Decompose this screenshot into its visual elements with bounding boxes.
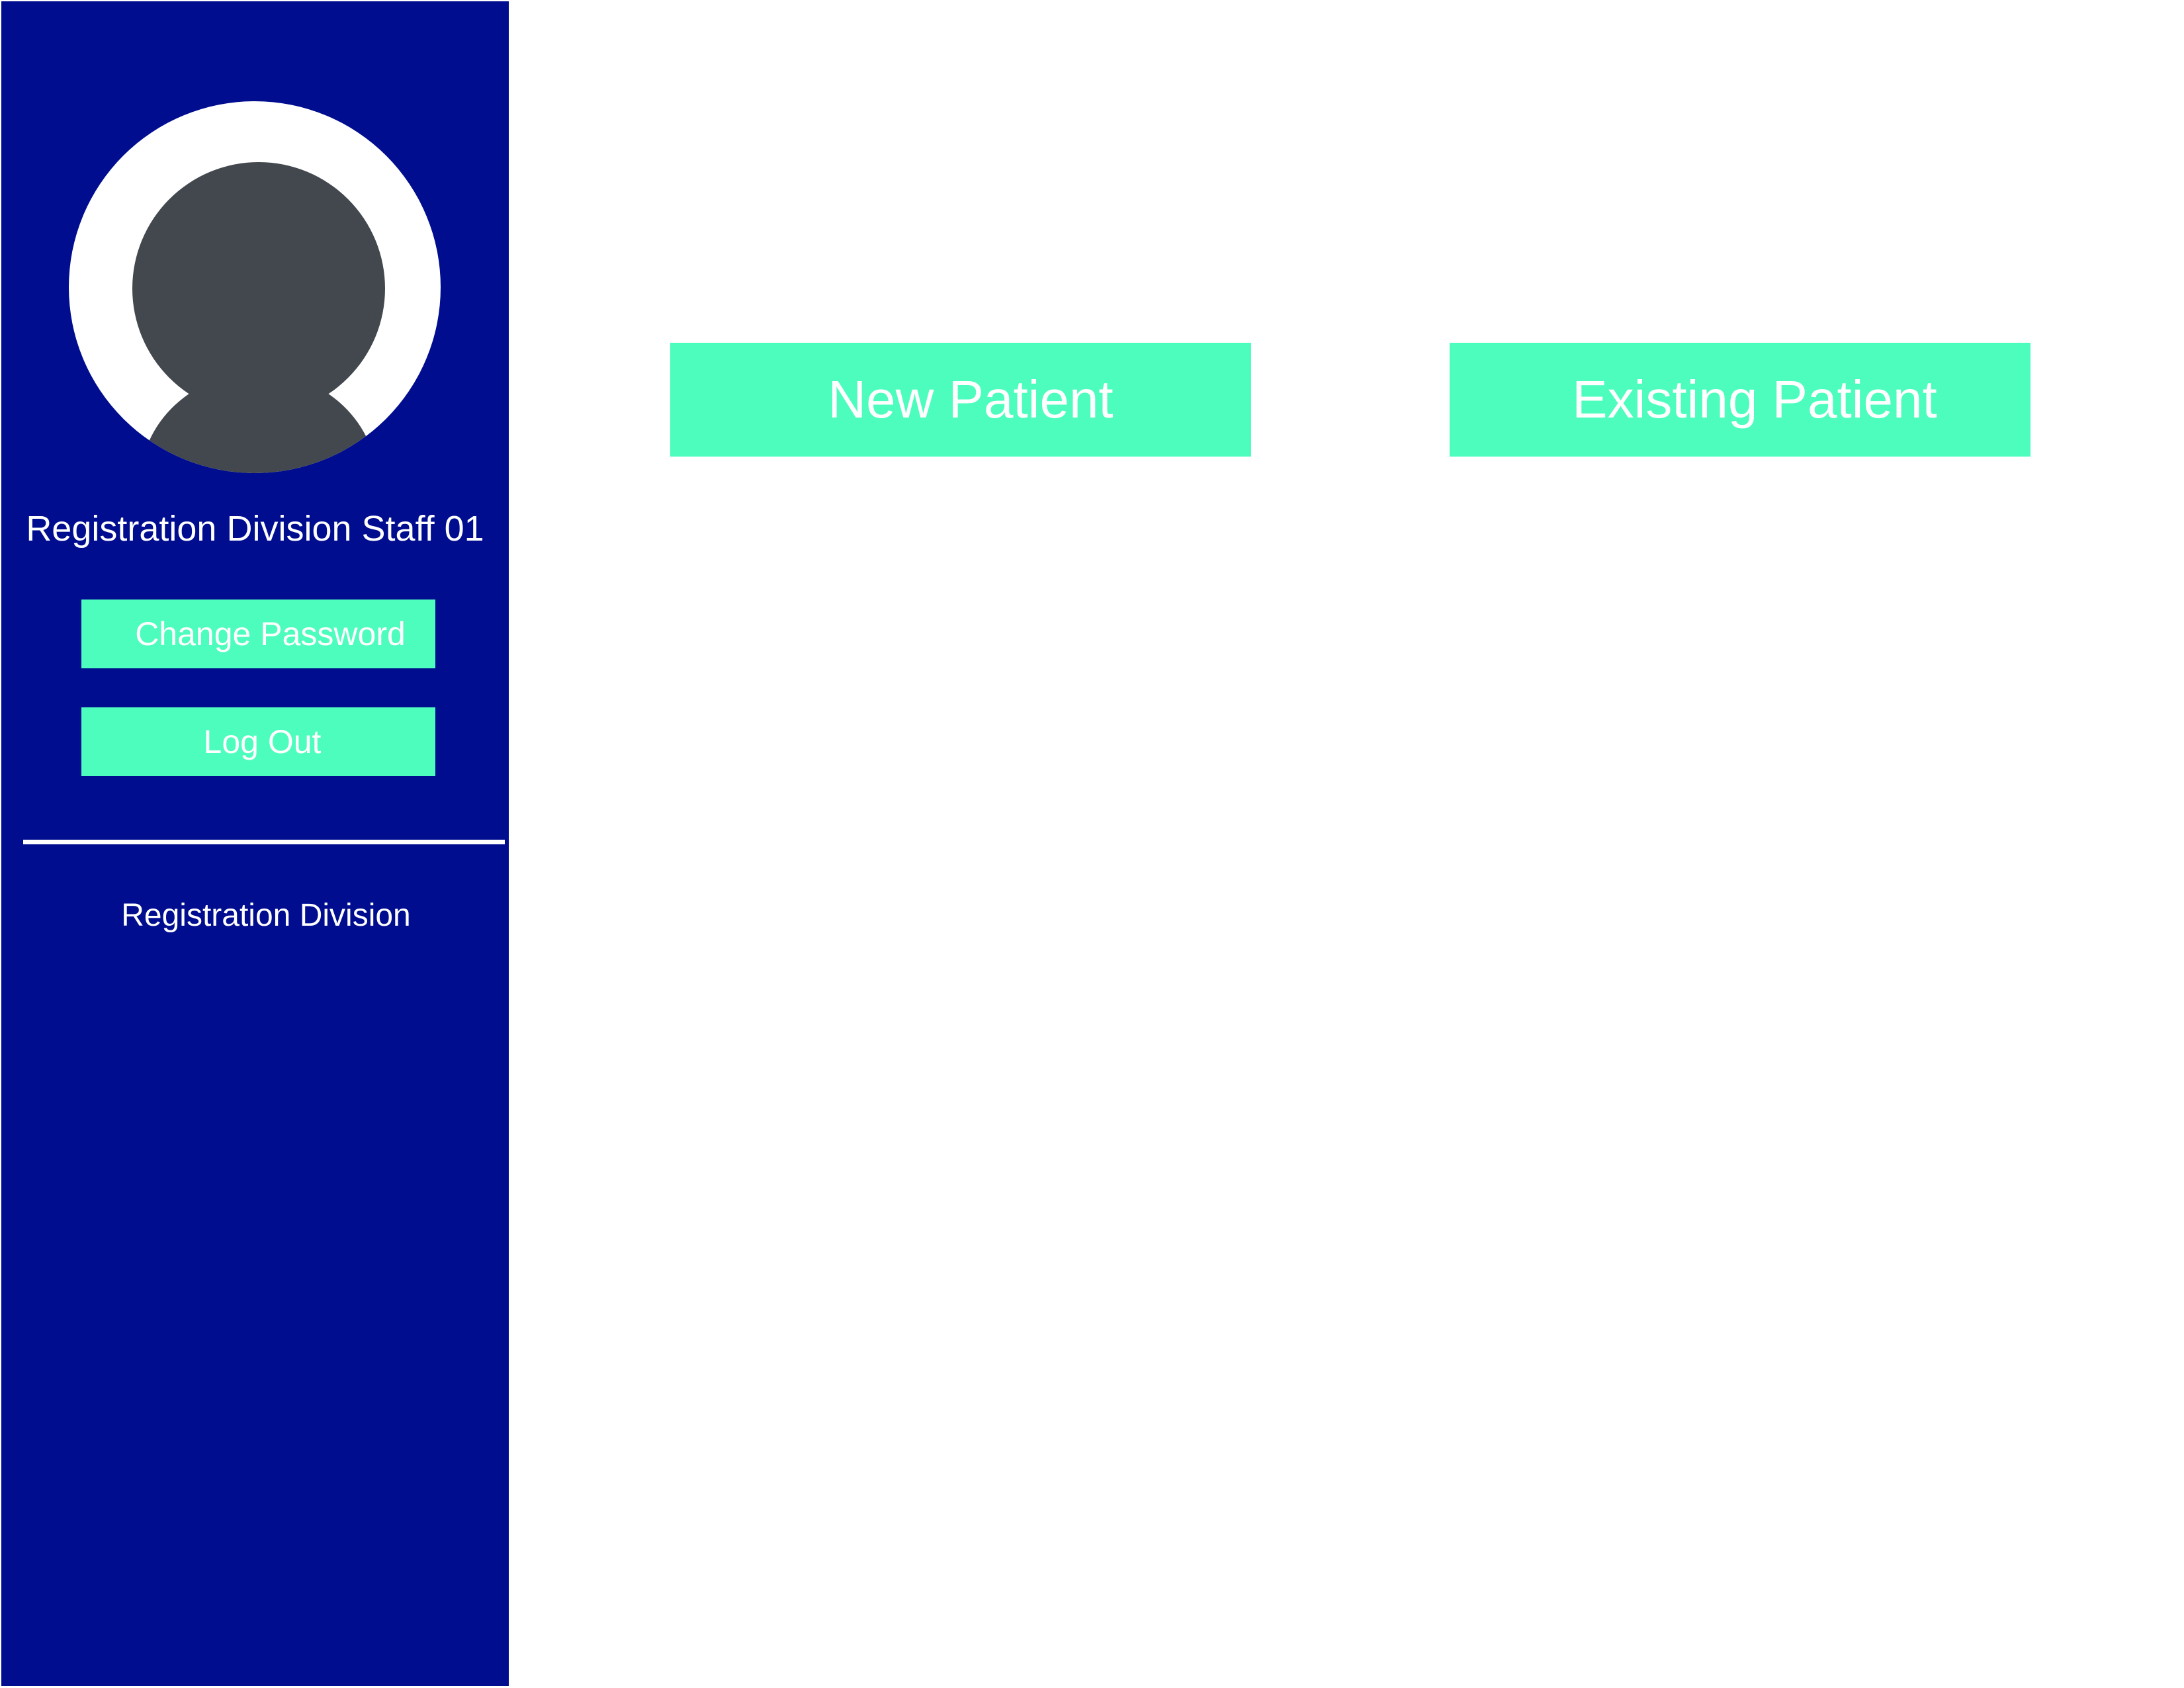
existing-patient-button[interactable]: Existing Patient (1450, 343, 2031, 457)
app-page: Registration Division Staff 01 Change Pa… (0, 0, 2184, 1688)
logout-button[interactable]: Log Out (81, 707, 435, 776)
sidebar: Registration Division Staff 01 Change Pa… (1, 1, 509, 1686)
sidebar-divider (23, 840, 505, 844)
staff-name: Registration Division Staff 01 (26, 509, 484, 549)
change-password-button[interactable]: Change Password (81, 600, 435, 668)
user-avatar-icon (69, 101, 441, 473)
new-patient-button[interactable]: New Patient (670, 343, 1251, 457)
division-label: Registration Division (121, 898, 411, 933)
